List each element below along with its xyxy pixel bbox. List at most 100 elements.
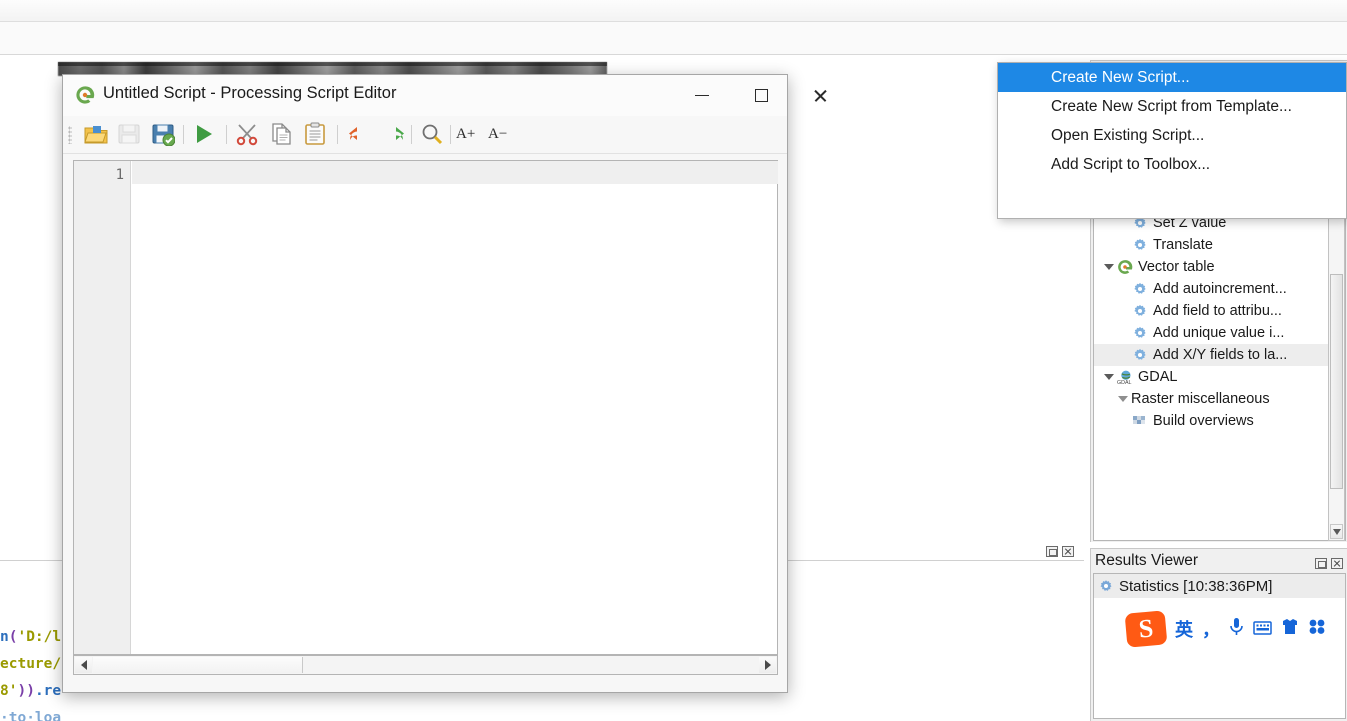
tree-item-algorithm[interactable]: Translate <box>1094 234 1345 256</box>
ime-voice-input-icon[interactable] <box>1229 617 1244 641</box>
tree-item-label: Add autoincrement... <box>1153 281 1287 297</box>
scrollbar-thumb[interactable] <box>93 657 303 673</box>
close-panel-icon[interactable] <box>1062 546 1074 557</box>
python-console-output-line5: n('D:/lzugis23/proj/qgis培训 <box>0 711 239 721</box>
results-viewer-panel: Results Viewer Statistics [10:38:36PM] S… <box>1090 548 1347 721</box>
svg-text:GDAL: GDAL <box>1117 380 1132 385</box>
save-disk-icon[interactable] <box>117 122 143 148</box>
results-viewer-dock-buttons <box>1315 555 1343 573</box>
tree-item-label: Add field to attribu... <box>1153 303 1282 319</box>
context-menu-item[interactable]: Add Script to Toolbox... <box>998 150 1346 179</box>
open-folder-icon[interactable] <box>83 122 109 148</box>
gear-blue-icon <box>1132 347 1148 363</box>
triangle-left-icon[interactable] <box>75 657 92 673</box>
editor-current-line-highlight <box>132 161 778 184</box>
maximize-icon[interactable] <box>738 75 784 116</box>
tree-item-label: Add X/Y fields to la... <box>1153 347 1287 363</box>
tree-item-label: Build overviews <box>1153 413 1254 429</box>
close-panel-icon[interactable] <box>1331 558 1343 569</box>
context-menu-item-label: Open Existing Script... <box>1051 127 1204 145</box>
ime-soft-keyboard-icon[interactable] <box>1253 619 1272 640</box>
undock-icon[interactable] <box>1315 558 1327 569</box>
magnifier-icon[interactable] <box>420 122 446 148</box>
run-play-icon[interactable] <box>192 122 218 148</box>
tree-item-algorithm[interactable]: Add field to attribu... <box>1094 300 1345 322</box>
gear-blue-icon <box>1132 281 1148 297</box>
editor-toolbar: A+ A− <box>63 116 787 154</box>
editor-titlebar[interactable]: Untitled Script - Processing Script Edit… <box>63 75 787 116</box>
context-menu-items: Create New Script... Create New Script fr… <box>998 63 1346 179</box>
editor-horizontal-scrollbar[interactable] <box>73 655 778 675</box>
ime-language-toggle[interactable]: 英 <box>1175 616 1193 642</box>
save-as-disk-icon[interactable] <box>151 122 177 148</box>
tree-item-label: GDAL <box>1138 369 1178 385</box>
toolbar-separator <box>450 125 451 144</box>
qgis-logo-icon <box>1117 259 1133 275</box>
toolbar-separator <box>183 125 184 144</box>
tree-item-label: Add unique value i... <box>1153 325 1284 341</box>
scrollbar-thumb[interactable] <box>1330 274 1343 489</box>
editor-title-text: Untitled Script - Processing Script Edit… <box>103 84 396 103</box>
sogou-ime-toolbar[interactable]: S 英 ， <box>1126 610 1340 648</box>
toolbar-separator <box>226 125 227 144</box>
results-viewer-item-label: Statistics [10:38:36PM] <box>1119 578 1272 595</box>
qgis-logo-icon <box>75 85 95 105</box>
expand-arrow-icon[interactable] <box>1104 374 1114 380</box>
gear-blue-icon <box>1132 303 1148 319</box>
minimize-icon[interactable] <box>679 75 725 116</box>
results-viewer-title: Results Viewer <box>1095 552 1198 570</box>
toolbar-separator <box>411 125 412 144</box>
tree-item-algorithm[interactable]: Build overviews <box>1094 410 1345 432</box>
tree-item-algorithm[interactable]: Add autoincrement... <box>1094 278 1345 300</box>
scripts-context-menu: Create New Script... Create New Script fr… <box>997 62 1347 219</box>
gear-blue-icon <box>1132 325 1148 341</box>
ime-punctuation-toggle[interactable]: ， <box>1202 616 1220 642</box>
tree-item-label: Translate <box>1153 237 1213 253</box>
gear-blue-icon <box>1132 237 1148 253</box>
expand-arrow-icon[interactable] <box>1118 396 1128 402</box>
qgis-desktop-screenshot: n('D:/l ecture/ 8')).re ·to·loa n('D:/lz… <box>0 0 1347 721</box>
ime-skin-icon[interactable] <box>1281 618 1299 640</box>
context-menu-item[interactable]: Open Existing Script... <box>998 121 1346 150</box>
tree-item-label: Vector table <box>1138 259 1215 275</box>
undo-arrow-icon[interactable] <box>345 122 371 148</box>
sogou-logo-icon[interactable]: S <box>1125 610 1168 647</box>
raster-tile-icon <box>1132 413 1148 429</box>
redo-arrow-icon[interactable] <box>379 122 405 148</box>
context-menu-item[interactable]: Create New Script from Template... <box>998 92 1346 121</box>
tree-item-group[interactable]: Vector table <box>1094 256 1345 278</box>
tree-item-algorithm[interactable]: Add unique value i... <box>1094 322 1345 344</box>
undock-icon[interactable] <box>1046 546 1058 557</box>
ime-toolbox-icon[interactable] <box>1308 618 1326 640</box>
gear-blue-icon <box>1098 578 1114 594</box>
tree-item-algorithm[interactable]: Add X/Y fields to la... <box>1094 344 1345 366</box>
toolbar-separator <box>337 125 338 144</box>
triangle-down-icon[interactable] <box>1330 524 1343 539</box>
close-icon[interactable] <box>797 75 843 116</box>
editor-gutter: 1 <box>74 161 131 654</box>
editor-line-number: 1 <box>116 167 124 183</box>
tree-item-label: Raster miscellaneous <box>1131 391 1270 407</box>
results-viewer-list[interactable]: Statistics [10:38:36PM] S 英 ， <box>1093 573 1346 719</box>
tree-item-group[interactable]: Raster miscellaneous <box>1094 388 1345 410</box>
map-canvas-raster-edge <box>58 62 607 66</box>
paste-clipboard-icon[interactable] <box>303 122 329 148</box>
context-menu-item[interactable]: Create New Script... <box>998 63 1346 92</box>
expand-arrow-icon[interactable] <box>1104 264 1114 270</box>
python-console-dock-buttons <box>1046 545 1074 557</box>
font-increase-button[interactable]: A+ <box>456 126 475 143</box>
tree-item-provider[interactable]: GDAL GDAL <box>1094 366 1345 388</box>
script-code-editor[interactable]: 1 <box>73 160 778 655</box>
context-menu-item-label: Create New Script... <box>1051 69 1190 87</box>
results-viewer-item[interactable]: Statistics [10:38:36PM] <box>1094 574 1345 598</box>
context-menu-item-label: Add Script to Toolbox... <box>1051 156 1210 174</box>
copy-page-icon[interactable] <box>269 122 295 148</box>
toolbar-strip <box>0 22 1347 55</box>
font-decrease-button[interactable]: A− <box>488 126 507 143</box>
gdal-globe-icon: GDAL <box>1117 369 1133 385</box>
toolbar-drag-handle[interactable] <box>68 126 72 144</box>
menubar-strip <box>0 0 1347 22</box>
context-menu-item-label: Create New Script from Template... <box>1051 98 1292 116</box>
triangle-right-icon[interactable] <box>759 657 776 673</box>
scissors-icon[interactable] <box>235 122 261 148</box>
